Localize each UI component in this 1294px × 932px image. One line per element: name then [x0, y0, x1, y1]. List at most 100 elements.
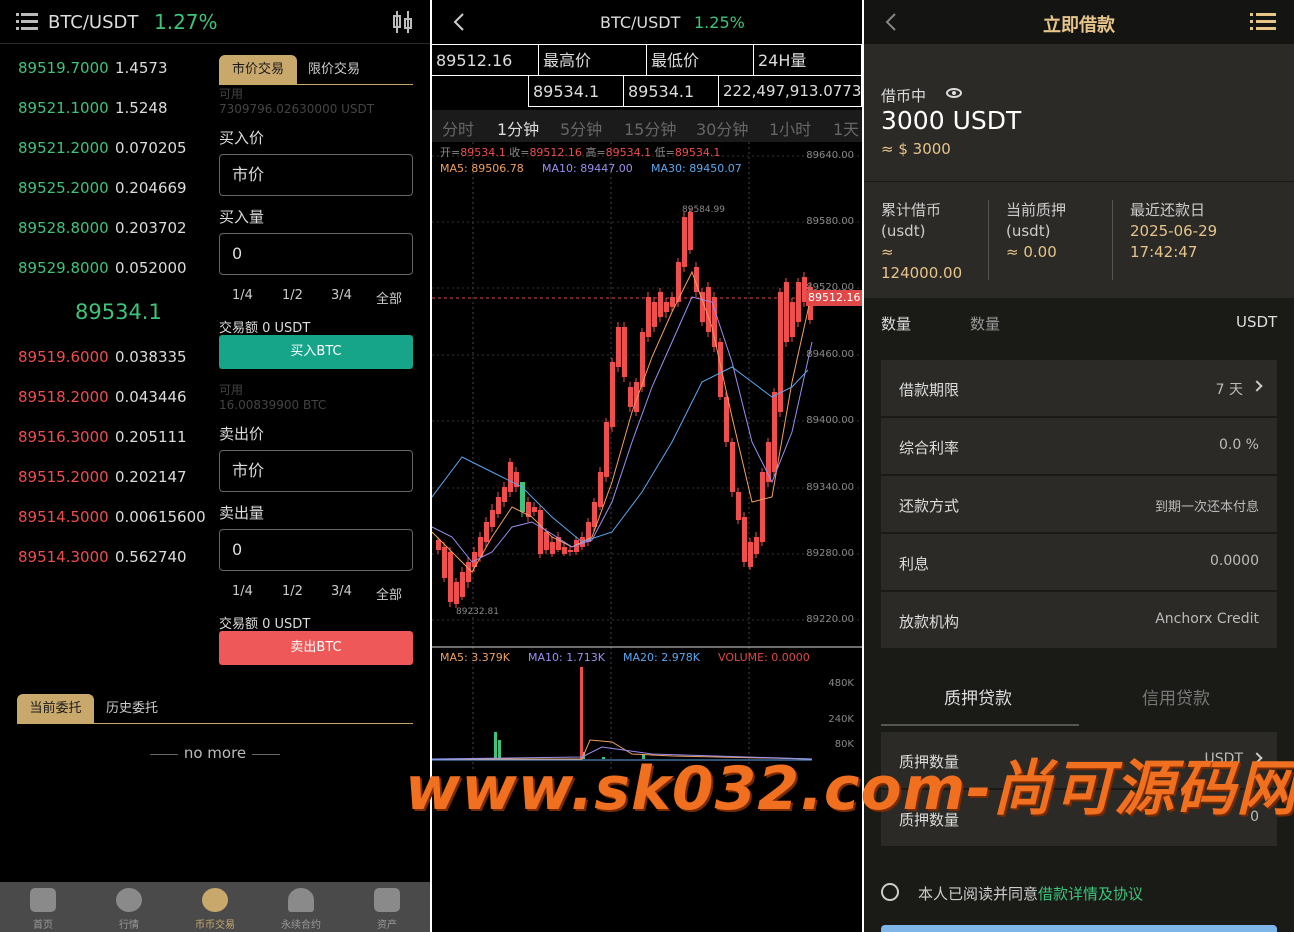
stat-repay-date: 2025-06-29 — [1130, 222, 1218, 240]
nav-home[interactable]: 首页 — [0, 882, 86, 932]
candle — [610, 362, 615, 427]
period-30m[interactable]: 30分钟 — [696, 116, 748, 140]
bid-price: 89514.3000 — [18, 548, 109, 566]
bid-row[interactable]: 89516.3000 0.205111 — [18, 428, 213, 448]
ask-row[interactable]: 89525.2000 0.204669 — [18, 179, 213, 199]
buy-fraction-all[interactable]: 全部 — [376, 288, 402, 307]
bid-price: 89515.2000 — [18, 468, 109, 486]
ask-row[interactable]: 89521.2000 0.070205 — [18, 139, 213, 159]
ask-row[interactable]: 89529.8000 0.052000 — [18, 259, 213, 279]
sell-fraction-three-quarter[interactable]: 3/4 — [331, 584, 352, 599]
agreement-link[interactable]: 借款详情及协议 — [1038, 885, 1143, 903]
interest-rate-row: 综合利率 0.0 % — [881, 418, 1277, 475]
pair-title[interactable]: BTC/USDT — [48, 12, 138, 33]
ask-price: 89529.8000 — [18, 259, 109, 277]
candle — [634, 382, 639, 412]
loan-title: 立即借款 — [1043, 15, 1115, 36]
back-arrow-icon[interactable] — [452, 12, 466, 32]
candle — [508, 462, 513, 492]
candle — [466, 562, 471, 582]
sell-amount-input[interactable]: 0 — [219, 529, 413, 571]
quantity-input[interactable]: 数量 — [970, 313, 1000, 334]
nav-spot[interactable]: 币币交易 — [172, 882, 258, 932]
candlestick-chart[interactable] — [432, 142, 862, 770]
kline-pair-change: 1.25% — [694, 13, 745, 32]
tab-pledge-loan[interactable]: 质押贷款 — [944, 684, 1012, 709]
market-icon — [116, 888, 142, 912]
ask-price: 89525.2000 — [18, 179, 109, 197]
period-timeline[interactable]: 分时 — [442, 116, 474, 140]
sell-price-input[interactable]: 市价 — [219, 450, 413, 492]
nav-home-label: 首页 — [33, 920, 53, 931]
interest-row: 利息 0.0000 — [881, 534, 1277, 591]
agree-radio[interactable] — [881, 883, 899, 901]
buy-fraction-three-quarter[interactable]: 3/4 — [331, 288, 352, 303]
stat-total-unit: (usdt) — [881, 222, 926, 240]
buy-price-input[interactable]: 市价 — [219, 154, 413, 196]
tab-current-orders[interactable]: 当前委托 — [17, 694, 94, 724]
sell-fraction-quarter[interactable]: 1/4 — [232, 584, 253, 599]
period-1d[interactable]: 1天 — [833, 116, 859, 140]
sell-fraction-all[interactable]: 全部 — [376, 584, 402, 603]
candle — [652, 302, 657, 327]
candle — [682, 217, 687, 267]
stat-repay-time: 17:42:47 — [1130, 243, 1198, 261]
tab-order-history[interactable]: 历史委托 — [106, 694, 158, 724]
loan-status: 借币中 — [881, 87, 927, 105]
menu-icon[interactable] — [16, 13, 38, 31]
tab-market-order[interactable]: 市价交易 — [219, 55, 297, 85]
buy-fraction-quarter[interactable]: 1/4 — [232, 288, 253, 303]
nav-spot-label: 币币交易 — [195, 920, 235, 931]
bid-row[interactable]: 89515.2000 0.202147 — [18, 468, 213, 488]
sell-btc-button[interactable]: 卖出BTC — [219, 631, 413, 665]
candle — [736, 492, 741, 520]
candle — [748, 542, 753, 567]
period-5m[interactable]: 5分钟 — [560, 116, 602, 140]
divider — [1112, 200, 1113, 280]
lender-row: 放款机构 Anchorx Credit — [881, 592, 1277, 649]
high-note: 89584.99 — [682, 205, 725, 215]
bid-row[interactable]: 89514.3000 0.562740 — [18, 548, 213, 568]
period-1m[interactable]: 1分钟 — [497, 116, 539, 140]
ask-row[interactable]: 89519.7000 1.4573 — [18, 59, 213, 79]
ask-row[interactable]: 89528.8000 0.203702 — [18, 219, 213, 239]
bid-row[interactable]: 89518.2000 0.043446 — [18, 388, 213, 408]
nav-assets[interactable]: 资产 — [344, 882, 430, 932]
period-15m[interactable]: 15分钟 — [624, 116, 676, 140]
loan-term-value: 7 天 — [1215, 382, 1243, 398]
wallet-icon — [374, 888, 400, 912]
candle — [796, 282, 801, 322]
ma5-legend: MA5: 89506.78 — [440, 162, 524, 175]
buy-fraction-half[interactable]: 1/2 — [282, 288, 303, 303]
list-menu-icon[interactable] — [1250, 13, 1276, 31]
submit-loan-button[interactable] — [881, 925, 1277, 932]
bid-amount: 0.00615600 — [115, 508, 206, 526]
trade-type-tabs: 市价交易 限价交易 — [219, 55, 413, 85]
candle — [544, 532, 549, 550]
ask-amount: 0.203702 — [115, 219, 187, 237]
buy-amount-input[interactable]: 0 — [219, 233, 413, 275]
tab-limit-order[interactable]: 限价交易 — [308, 55, 360, 85]
kline-header: BTC/USDT 1.25% — [432, 0, 862, 44]
period-tabs: 分时 1分钟 5分钟 15分钟 30分钟 1小时 1天 — [432, 110, 862, 142]
sell-fraction-half[interactable]: 1/2 — [282, 584, 303, 599]
ask-amount: 1.4573 — [115, 59, 168, 77]
candle — [598, 472, 603, 507]
buy-btc-button[interactable]: 买入BTC — [219, 335, 413, 369]
loan-term-row[interactable]: 借款期限 7 天 — [881, 360, 1277, 417]
bid-row[interactable]: 89514.5000 0.00615600 — [18, 508, 213, 528]
stat-current-pledge: 当前质押 (usdt) ≈ 0.00 — [1006, 200, 1066, 263]
period-1h[interactable]: 1小时 — [769, 116, 811, 140]
tab-credit-loan[interactable]: 信用贷款 — [1142, 684, 1210, 709]
candle — [496, 497, 501, 514]
candle — [532, 507, 537, 512]
nav-market[interactable]: 行情 — [86, 882, 172, 932]
eye-icon[interactable] — [946, 88, 962, 98]
nav-futures[interactable]: 永续合约 — [258, 882, 344, 932]
sell-price-label: 卖出价 — [219, 425, 265, 443]
stat-pledge-unit: (usdt) — [1006, 222, 1051, 240]
candle — [454, 582, 459, 604]
ask-row[interactable]: 89521.1000 1.5248 — [18, 99, 213, 119]
kline-chart-icon[interactable] — [392, 10, 414, 34]
bid-row[interactable]: 89519.6000 0.038335 — [18, 348, 213, 368]
